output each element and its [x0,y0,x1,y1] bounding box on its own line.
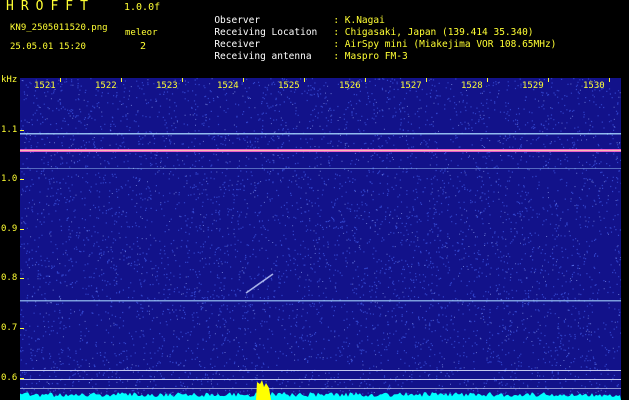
spectrum-trace [20,392,621,400]
y-tick-mark [20,229,24,230]
file-name: KN9_2505011520.png [10,23,108,33]
timestamp: 25.05.01 15:20 [10,42,86,52]
interference-line [20,133,621,135]
station-info: Observer : K.Nagai Receiving Location : Ch… [180,3,557,62]
x-tick-mark [487,78,488,82]
info-value: : AirSpy mini (Miakejima VOR 108.65MHz) [333,39,557,50]
info-value: : Chigasaki, Japan (139.414 35.340) [333,27,534,38]
app-title: HROFFT [6,0,95,14]
y-tick-mark [20,378,24,379]
app-version: 1.0.0f [124,2,161,13]
x-tick-mark [365,78,366,82]
info-label: Receiver [214,39,261,50]
y-tick-mark [20,179,24,180]
x-tick-label: 1523 [156,81,178,91]
x-tick-label: 1528 [461,81,483,91]
y-tick-mark [20,130,24,131]
y-tick-label: 0.8 [1,273,18,283]
x-tick-mark [426,78,427,82]
y-tick-label: 0.6 [1,373,18,383]
spectrogram-canvas [20,78,621,400]
x-tick-label: 1525 [278,81,300,91]
interference-line [20,388,621,389]
x-tick-label: 1529 [522,81,544,91]
mode-label: meleor [125,28,158,38]
y-tick-label: 1.0 [1,174,18,184]
x-tick-mark [548,78,549,82]
interference-line [20,370,621,371]
x-tick-mark [121,78,122,82]
spectrogram [20,78,621,400]
info-value: : Maspro FM-3 [333,51,408,62]
interference-line [20,379,621,380]
x-tick-label: 1526 [339,81,361,91]
x-tick-label: 1521 [34,81,56,91]
carrier-core [20,150,621,151]
y-tick-label: 0.9 [1,224,18,234]
y-tick-label: 0.7 [1,323,18,333]
y-tick-mark [20,278,24,279]
x-tick-label: 1522 [95,81,117,91]
y-tick-label: 1.1 [1,125,18,135]
interference-line [20,300,621,302]
x-tick-mark [182,78,183,82]
info-label: Receiving Location [214,27,318,38]
info-label: Receiving antenna [214,51,312,62]
x-tick-label: 1527 [400,81,422,91]
x-tick-mark [243,78,244,82]
x-tick-mark [609,78,610,82]
info-value: : K.Nagai [333,15,385,26]
x-tick-label: 1524 [217,81,239,91]
header-bar: HROFFT 1.0.0f KN9_2505011520.png meleor … [0,0,629,74]
interference-line [20,168,621,169]
x-tick-mark [304,78,305,82]
x-tick-label: 1530 [583,81,605,91]
x-tick-mark [60,78,61,82]
mode-value: 2 [140,41,147,52]
y-unit-label: kHz [1,75,18,85]
signal-spike [256,380,271,400]
info-row-observer: Observer : K.Nagai [180,3,556,26]
info-label: Observer [214,15,261,26]
y-tick-mark [20,328,24,329]
